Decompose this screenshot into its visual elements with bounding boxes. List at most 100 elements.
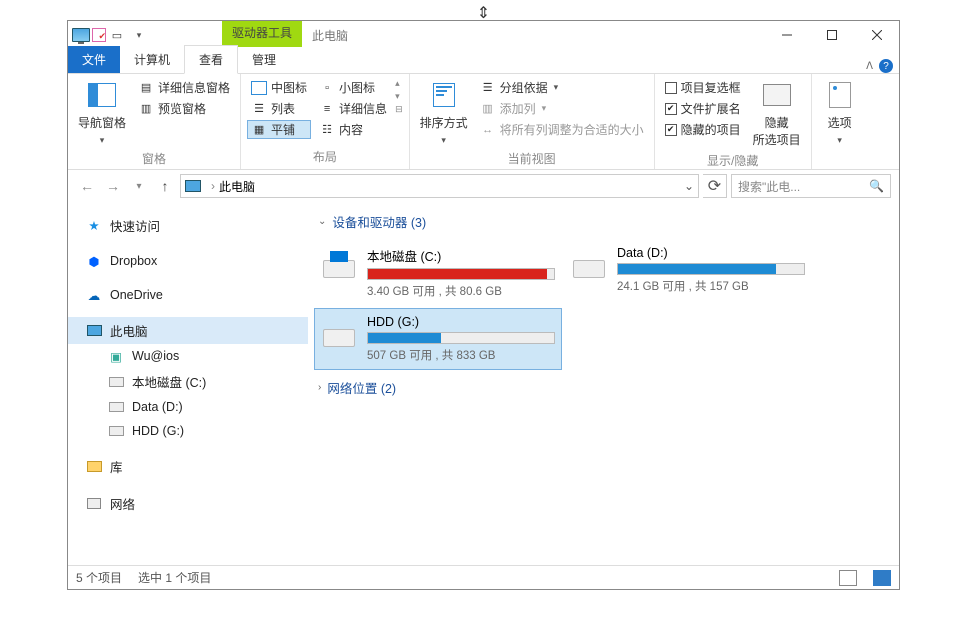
recent-locations-button[interactable]: ▾ (128, 181, 150, 192)
computer-tab[interactable]: 计算机 (120, 46, 184, 73)
layout-medium-icons[interactable]: 中图标 (247, 78, 311, 97)
preview-pane-icon: ▥ (138, 101, 154, 117)
details-icon: ≡ (319, 101, 335, 117)
tiles-view-toggle[interactable] (873, 570, 891, 586)
tree-this-pc[interactable]: 此电脑 (68, 317, 308, 344)
status-selection: 选中 1 个项目 (138, 569, 211, 586)
drive-item[interactable]: Data (D:) 24.1 GB 可用 , 共 157 GB (564, 239, 812, 306)
size-columns-icon: ↔ (480, 122, 496, 138)
ribbon-group-layout: 中图标 ☰列表 ▦平铺 ▫小图标 ≡详细信息 ☷内容 ▴ ▾ ⊟ 布局 (241, 74, 410, 169)
content-pane[interactable]: ⌄设备和驱动器 (3) 本地磁盘 (C:) 3.40 GB 可用 , 共 80.… (308, 202, 899, 565)
drive-usage-bar (617, 263, 805, 275)
forward-button: → (102, 178, 124, 194)
layout-tiles[interactable]: ▦平铺 (247, 120, 311, 139)
current-view-group-label: 当前视图 (416, 148, 648, 169)
group-by-icon: ☰ (480, 80, 496, 96)
layout-small-icons[interactable]: ▫小图标 (315, 78, 391, 97)
ribbon-tab-row: 文件 计算机 查看 管理 ᐱ ? (68, 49, 899, 74)
file-extensions-toggle[interactable]: ✔文件扩展名 (661, 99, 745, 118)
window-title: 此电脑 (302, 21, 358, 49)
checkbox-icon (665, 82, 677, 94)
back-button[interactable]: ← (76, 178, 98, 194)
up-button[interactable]: ↑ (154, 178, 176, 194)
qat-new-folder-icon[interactable]: ▭ (106, 24, 128, 46)
tree-wu-ios[interactable]: ▣Wu@ios (68, 344, 308, 368)
tree-libraries[interactable]: 库 (68, 453, 308, 480)
hidden-items-toggle[interactable]: ✔隐藏的项目 (661, 120, 745, 139)
checkbox-icon: ✔ (665, 103, 677, 115)
layout-group-label: 布局 (247, 146, 403, 167)
tree-network[interactable]: 网络 (68, 490, 308, 517)
layout-scroll-down-icon[interactable]: ▾ (395, 91, 403, 102)
details-view-toggle[interactable] (839, 570, 857, 586)
tree-hdd-g[interactable]: HDD (G:) (68, 419, 308, 443)
search-input[interactable]: 搜索"此电... 🔍 (731, 174, 891, 198)
manage-tab[interactable]: 管理 (238, 46, 290, 73)
drive-icon (108, 399, 124, 415)
help-icon[interactable]: ? (879, 59, 893, 73)
drive-item[interactable]: HDD (G:) 507 GB 可用 , 共 833 GB (314, 308, 562, 370)
navigation-tree[interactable]: ★快速访问 ⬢Dropbox ☁OneDrive 此电脑 ▣Wu@ios 本地磁… (68, 202, 308, 565)
devices-group-header[interactable]: ⌄设备和驱动器 (3) (314, 208, 893, 239)
layout-details[interactable]: ≡详细信息 (315, 99, 391, 118)
qat-properties-icon[interactable]: ✔ (92, 28, 106, 42)
address-dropdown-icon[interactable]: ⌄ (684, 179, 694, 193)
address-bar[interactable]: › 此电脑 ⌄ (180, 174, 699, 198)
sort-by-button[interactable]: 排序方式 ▾ (416, 78, 472, 148)
small-icons-icon: ▫ (319, 80, 335, 96)
search-icon: 🔍 (869, 179, 884, 193)
file-tab[interactable]: 文件 (68, 46, 120, 73)
drive-free-text: 507 GB 可用 , 共 833 GB (367, 347, 555, 363)
add-columns-icon: ▥ (480, 101, 496, 117)
close-button[interactable] (854, 21, 899, 49)
layout-content[interactable]: ☷内容 (315, 120, 391, 139)
tiles-icon: ▦ (251, 122, 267, 138)
layout-more-icon[interactable]: ⊟ (395, 104, 403, 115)
tree-onedrive[interactable]: ☁OneDrive (68, 283, 308, 307)
drive-usage-bar (367, 268, 555, 280)
layout-scroll-up-icon[interactable]: ▴ (395, 78, 403, 89)
drives-container: 本地磁盘 (C:) 3.40 GB 可用 , 共 80.6 GB Data (D… (314, 239, 893, 370)
ribbon-group-show-hide: 项目复选框 ✔文件扩展名 ✔隐藏的项目 隐藏 所选项目 显示/隐藏 (655, 74, 812, 169)
chevron-right-icon[interactable]: › (211, 179, 215, 193)
network-icon (86, 496, 102, 512)
collapse-ribbon-icon[interactable]: ᐱ (866, 61, 873, 72)
tree-local-disk-c[interactable]: 本地磁盘 (C:) (68, 368, 308, 395)
drive-name: Data (D:) (617, 246, 805, 260)
contextual-tab-header: 驱动器工具 此电脑 (222, 21, 358, 49)
layout-list[interactable]: ☰列表 (247, 99, 311, 118)
content-icon: ☷ (319, 122, 335, 138)
details-pane-icon: ▤ (138, 80, 154, 96)
panes-group-label: 窗格 (74, 148, 234, 169)
minimize-button[interactable] (764, 21, 809, 49)
navigation-pane-button[interactable]: 导航窗格 ▾ (74, 78, 130, 148)
show-hide-group-label: 显示/隐藏 (661, 150, 805, 171)
tree-dropbox[interactable]: ⬢Dropbox (68, 249, 308, 273)
qat-customize-icon[interactable]: ▾ (128, 24, 150, 46)
add-columns-button: ▥添加列▾ (476, 99, 648, 118)
view-tab[interactable]: 查看 (184, 45, 238, 74)
drive-item[interactable]: 本地磁盘 (C:) 3.40 GB 可用 , 共 80.6 GB (314, 239, 562, 306)
tree-data-d[interactable]: Data (D:) (68, 395, 308, 419)
app-icon[interactable] (70, 24, 92, 46)
address-bar-row: ← → ▾ ↑ › 此电脑 ⌄ ⟳ 搜索"此电... 🔍 (68, 170, 899, 202)
item-checkboxes-toggle[interactable]: 项目复选框 (661, 78, 745, 97)
breadcrumb-this-pc[interactable]: 此电脑 (219, 178, 255, 195)
collapse-icon: ⌄ (318, 216, 326, 227)
navigation-pane-label: 导航窗格 (78, 114, 126, 131)
preview-pane-button[interactable]: ▥预览窗格 (134, 99, 234, 118)
network-group-header[interactable]: ›网络位置 (2) (314, 374, 893, 405)
tree-quick-access[interactable]: ★快速访问 (68, 212, 308, 239)
options-button[interactable]: 选项 ▾ (818, 78, 862, 148)
group-by-button[interactable]: ☰分组依据▾ (476, 78, 648, 97)
hide-selected-label: 隐藏 所选项目 (753, 114, 801, 148)
drive-icon (321, 315, 357, 347)
resize-handle-icon[interactable]: ⇕ (477, 3, 490, 23)
drive-icon (108, 423, 124, 439)
drive-icon (321, 246, 357, 278)
refresh-button[interactable]: ⟳ (703, 174, 727, 198)
maximize-button[interactable] (809, 21, 854, 49)
details-pane-button[interactable]: ▤详细信息窗格 (134, 78, 234, 97)
status-item-count: 5 个项目 (76, 569, 122, 586)
hide-selected-button[interactable]: 隐藏 所选项目 (749, 78, 805, 150)
